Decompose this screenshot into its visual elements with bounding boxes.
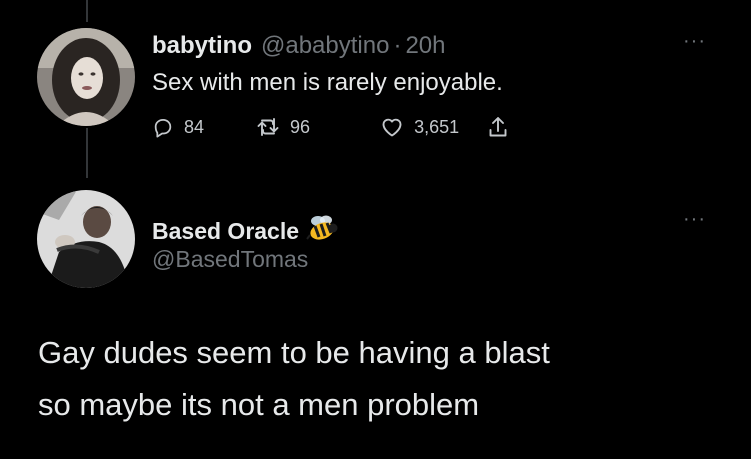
tweet-text: Sex with men is rarely enjoyable. bbox=[152, 69, 503, 96]
display-name[interactable]: Based Oracle bbox=[152, 218, 299, 245]
heart-icon bbox=[382, 118, 402, 137]
more-options-button[interactable]: ··· bbox=[683, 208, 706, 231]
like-count: 3,651 bbox=[414, 116, 460, 137]
tweet-actions: 84 96 3,651 bbox=[152, 115, 509, 139]
more-options-button[interactable]: ··· bbox=[683, 30, 706, 53]
user-handle[interactable]: @ababytino bbox=[261, 32, 389, 60]
retweet-button[interactable]: 96 bbox=[256, 116, 310, 138]
retweet-count: 96 bbox=[290, 116, 311, 137]
avatar-image bbox=[37, 28, 135, 126]
share-button[interactable] bbox=[487, 115, 509, 139]
tweet-text-line-1: Gay dudes seem to be having a blast bbox=[38, 335, 550, 370]
tweet-timestamp[interactable]: 20h bbox=[405, 32, 445, 60]
thread-line-top bbox=[86, 0, 88, 22]
tweet-text-line-2: so maybe its not a men problem bbox=[38, 387, 480, 422]
user-handle[interactable]: @BasedTomas bbox=[152, 246, 308, 273]
avatar-image bbox=[37, 190, 135, 288]
reply-icon bbox=[154, 118, 172, 138]
avatar-based-oracle[interactable] bbox=[37, 190, 135, 288]
reply-button[interactable]: 84 bbox=[152, 116, 204, 138]
like-button[interactable]: 3,651 bbox=[380, 116, 459, 138]
bee-emoji-icon bbox=[306, 215, 338, 240]
reply-count: 84 bbox=[184, 116, 205, 137]
thread-line-connector bbox=[86, 128, 88, 178]
separator-dot: · bbox=[393, 32, 402, 59]
retweet-icon bbox=[257, 118, 279, 136]
avatar-babytino[interactable] bbox=[37, 28, 135, 126]
display-name[interactable]: babytino bbox=[152, 32, 252, 60]
share-icon bbox=[489, 117, 507, 137]
